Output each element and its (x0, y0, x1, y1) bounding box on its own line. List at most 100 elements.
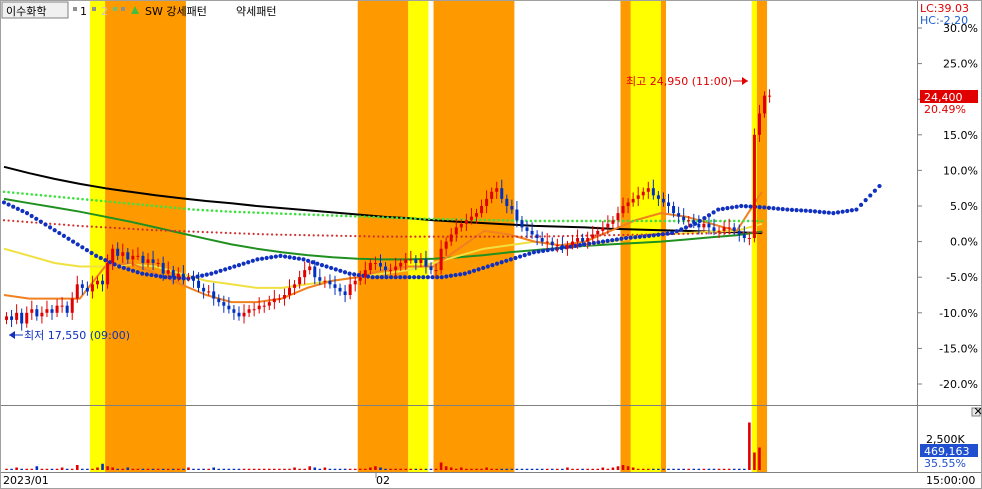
blue-dot-51 (236, 262, 242, 268)
green-dot-135 (626, 219, 630, 223)
green-dot-77 (358, 215, 362, 218)
green-dot-46 (215, 209, 218, 213)
blue-dot-130 (600, 239, 606, 244)
green-dot-18 (85, 198, 89, 201)
blue-dot-106 (490, 262, 495, 268)
green-dot-84 (390, 216, 394, 220)
blue-dot-72 (333, 267, 338, 272)
blue-dot-125 (577, 243, 583, 248)
red-dot-120 (557, 235, 560, 238)
volume-bar-30 (156, 468, 160, 470)
red-dot-86 (400, 235, 403, 238)
legend-marker-2 (92, 7, 96, 11)
red-dot-53 (247, 232, 251, 235)
volume-bar-26 (136, 468, 140, 470)
blue-dot-157 (725, 206, 730, 211)
blue-dot-161 (743, 204, 748, 209)
volume-bar-42 (217, 468, 221, 470)
orange-band-2 (433, 1, 515, 405)
candle-body-92 (469, 216, 473, 221)
red-dot-39 (183, 230, 186, 233)
red-dot-7 (35, 221, 38, 224)
legend-item-1[interactable]: 1 (80, 5, 87, 18)
blue-dot-11 (52, 228, 57, 233)
volume-bar-116 (591, 468, 595, 470)
blue-dot-63 (292, 255, 297, 261)
legend-strong-pattern[interactable]: SW 강세패턴 (145, 5, 207, 18)
volume-bar-96 (490, 468, 493, 470)
volume-bar-7 (40, 468, 44, 470)
green-dot-60 (280, 212, 283, 215)
red-dot-30 (141, 228, 144, 231)
volume-bar-94 (480, 468, 483, 470)
green-dot-81 (377, 215, 380, 219)
blue-dot-28 (130, 268, 136, 273)
candle-body-119 (606, 223, 610, 228)
candle-body-24 (126, 252, 130, 260)
blue-dot-185 (854, 207, 859, 212)
volume-bar-24 (126, 467, 130, 470)
red-dot-72 (335, 234, 338, 237)
volume-bar-103 (525, 468, 529, 470)
stock-chart[interactable]: 30.0%25.0%20.0%15.0%10.0%5.0%0.0%-5.0%-1… (0, 0, 982, 489)
green-dot-89 (414, 217, 417, 220)
blue-dot-164 (757, 205, 762, 210)
green-dot-90 (418, 217, 422, 221)
yellow-band-1 (408, 1, 429, 405)
candle-body-4 (25, 312, 29, 324)
red-dot-101 (469, 235, 472, 238)
blue-dot-3 (15, 206, 20, 211)
volume-bar-146 (743, 468, 746, 470)
red-dot-106 (492, 235, 496, 238)
blue-dot-180 (831, 211, 836, 216)
red-dot-105 (488, 235, 491, 238)
blue-dot-100 (462, 271, 467, 276)
candle-body-64 (328, 280, 332, 285)
candle-body-71 (363, 270, 367, 278)
volume-bar-93 (475, 468, 478, 470)
red-dot-29 (136, 228, 140, 231)
volume-bar-13 (70, 468, 74, 470)
volume-bar-113 (576, 468, 579, 470)
candle-body-15 (80, 284, 84, 288)
candle-body-22 (116, 248, 120, 256)
legend-marker-3 (113, 7, 117, 11)
candle-body-101 (515, 209, 519, 221)
volume-bar-63 (323, 467, 327, 470)
volume-bar-4 (25, 468, 29, 470)
volume-bar-54 (278, 468, 281, 470)
blue-dot-105 (485, 264, 490, 269)
volume-bar-69 (353, 468, 357, 470)
blue-dot-187 (863, 198, 868, 203)
green-dot-78 (363, 215, 366, 218)
red-dot-91 (423, 235, 426, 238)
volume-bar-65 (333, 468, 337, 470)
blue-dot-71 (329, 265, 334, 271)
blue-dot-167 (771, 206, 776, 211)
time-label: 15:00:00 (926, 474, 975, 487)
green-dot-74 (344, 214, 348, 218)
volume-bar-39 (202, 468, 205, 470)
y-tick-label-5: 5.0% (950, 200, 978, 213)
red-dot-116 (539, 235, 542, 238)
green-dot-107 (497, 218, 500, 222)
candle-body-74 (378, 262, 382, 267)
volume-bar-21 (111, 467, 114, 470)
candle-body-61 (313, 266, 317, 278)
green-dot-15 (72, 196, 75, 200)
green-dot-28 (132, 202, 135, 206)
blue-dot-184 (849, 208, 854, 213)
blue-dot-88 (407, 275, 412, 280)
blue-dot-74 (342, 270, 348, 275)
blue-dot-65 (301, 257, 306, 262)
red-dot-23 (109, 226, 112, 229)
red-dot-22 (104, 226, 107, 229)
red-dot-0 (2, 219, 6, 222)
green-dot-104 (483, 218, 486, 222)
legend-item-2[interactable]: 2 (101, 5, 108, 18)
legend-weak-pattern[interactable]: 약세패턴 (236, 4, 276, 18)
blue-dot-139 (642, 234, 647, 239)
volume-bar-108 (550, 468, 554, 470)
volume-bar-104 (530, 468, 534, 470)
volume-bar-128 (652, 468, 655, 470)
